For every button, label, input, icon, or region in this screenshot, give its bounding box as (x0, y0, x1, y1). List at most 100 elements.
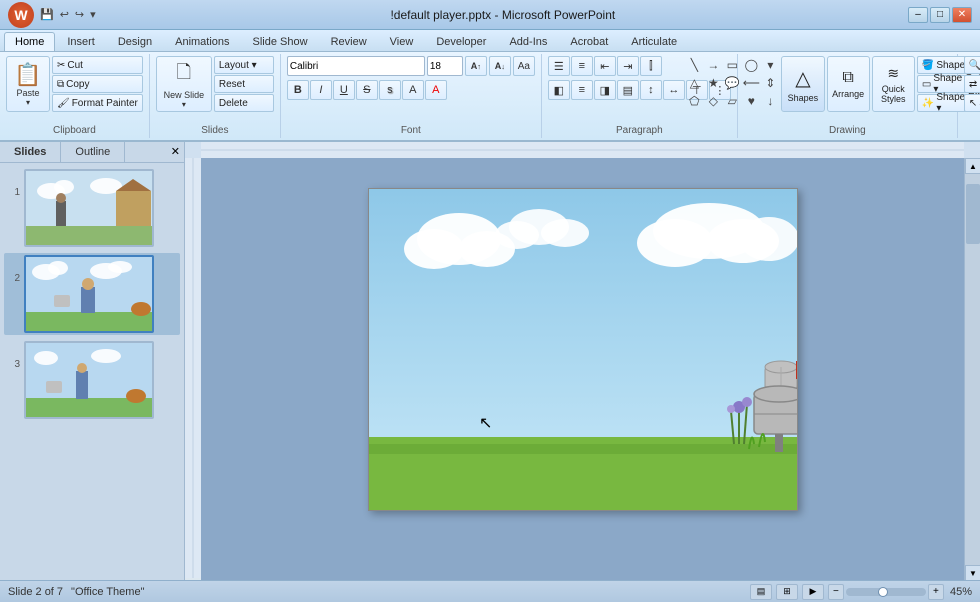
shape-oval-btn[interactable]: ◯ (742, 56, 760, 74)
slideshow-btn[interactable]: ▶ (802, 584, 824, 600)
shape-diamond-btn[interactable]: ◇ (704, 92, 722, 110)
scrollbar-v-up-arrow[interactable]: ▲ (965, 158, 980, 174)
columns-btn[interactable]: ⫿ (640, 56, 662, 76)
paste-button[interactable]: 📋 Paste ▾ (6, 56, 50, 112)
numbering-btn[interactable]: ≡ (571, 56, 593, 76)
shape-arrow-btn[interactable]: → (704, 56, 722, 74)
shape-scroll-btn[interactable]: ⇕ (761, 74, 779, 92)
strikethrough-btn[interactable]: S (356, 80, 378, 100)
horizontal-ruler (201, 142, 964, 158)
text-dir-btn[interactable]: ↔ (663, 80, 685, 100)
slide-thumb-2[interactable]: 2 (4, 253, 180, 335)
quick-access-toolbar: 💾 ↩ ↪ ▾ (38, 7, 98, 22)
zoom-out-btn[interactable]: − (828, 584, 844, 600)
tab-addins[interactable]: Add-Ins (498, 32, 558, 51)
tab-view[interactable]: View (379, 32, 425, 51)
scrollbar-v-thumb[interactable] (966, 184, 980, 244)
normal-view-btn[interactable]: ▤ (750, 584, 772, 600)
tab-home[interactable]: Home (4, 32, 55, 51)
reset-button[interactable]: Reset (214, 75, 274, 93)
panel-tab-slides[interactable]: Slides (0, 142, 61, 162)
customize-qa-btn[interactable]: ▾ (88, 7, 98, 22)
increase-indent-btn[interactable]: ⇥ (617, 56, 639, 76)
shape-parallelogram-btn[interactable]: ▱ (723, 92, 741, 110)
panel-tab-outline[interactable]: Outline (61, 142, 125, 162)
decrease-font-btn[interactable]: A↓ (489, 56, 511, 76)
redo-qa-btn[interactable]: ↪ (73, 7, 86, 22)
zoom-slider[interactable] (846, 588, 926, 596)
shape-rect-btn[interactable]: ▭ (723, 56, 741, 74)
copy-icon: ⧉ (57, 79, 64, 90)
canvas-viewport: ↖ (201, 158, 964, 580)
panel-close-btn[interactable]: ✕ (167, 142, 184, 162)
tab-review[interactable]: Review (320, 32, 378, 51)
italic-btn[interactable]: I (310, 80, 332, 100)
canvas-with-ruler: ↖ ▲ ▼ (185, 158, 980, 580)
shape-line-btn[interactable]: ╲ (685, 56, 703, 74)
clear-format-btn[interactable]: Aa (513, 56, 535, 76)
tab-animations[interactable]: Animations (164, 32, 240, 51)
zoom-slider-thumb[interactable] (878, 587, 888, 597)
close-button[interactable]: ✕ (952, 7, 972, 23)
shapes-row-3: ⬠ ◇ ▱ ♥ ↓ (685, 92, 779, 110)
quick-styles-button[interactable]: ≋ Quick Styles (872, 56, 915, 112)
shape-connector-btn[interactable]: ⟵ (742, 74, 760, 92)
shapes-button[interactable]: △ Shapes (781, 56, 824, 112)
align-center-btn[interactable]: ≡ (571, 80, 593, 100)
shape-down-btn[interactable]: ↓ (761, 92, 779, 110)
office-button[interactable]: W (8, 2, 34, 28)
bullets-btn[interactable]: ☰ (548, 56, 570, 76)
fill-icon: 🪣 (922, 60, 934, 71)
tab-acrobat[interactable]: Acrobat (559, 32, 619, 51)
line-spacing-btn[interactable]: ↕ (640, 80, 662, 100)
vertical-scrollbar[interactable]: ▲ ▼ (964, 158, 980, 580)
align-right-btn[interactable]: ◨ (594, 80, 616, 100)
undo-qa-btn[interactable]: ↩ (58, 7, 71, 22)
justify-btn[interactable]: ▤ (617, 80, 639, 100)
tab-slideshow[interactable]: Slide Show (242, 32, 319, 51)
shadow-btn[interactable]: s (379, 80, 401, 100)
tab-articulate[interactable]: Articulate (620, 32, 688, 51)
font-name-input[interactable] (287, 56, 425, 76)
cut-button[interactable]: ✂ Cut (52, 56, 143, 74)
delete-button[interactable]: Delete (214, 94, 274, 112)
select-button[interactable]: ↖ Select ▾ (964, 94, 980, 112)
new-slide-button[interactable]: 🗋 New Slide ▾ (156, 56, 212, 112)
scrollbar-v-track[interactable] (965, 174, 980, 565)
maximize-button[interactable]: □ (930, 7, 950, 23)
shape-more-btn[interactable]: ▾ (761, 56, 779, 74)
underline-btn[interactable]: U (333, 80, 355, 100)
tab-design[interactable]: Design (107, 32, 163, 51)
font-color-btn[interactable]: A (425, 80, 447, 100)
increase-font-btn[interactable]: A↑ (465, 56, 487, 76)
slide-sorter-btn[interactable]: ⊞ (776, 584, 798, 600)
scrollbar-v-down-arrow[interactable]: ▼ (965, 565, 980, 580)
shape-pentagon-btn[interactable]: ⬠ (685, 92, 703, 110)
bold-btn[interactable]: B (287, 80, 309, 100)
vertical-ruler (185, 158, 201, 580)
theme-info: "Office Theme" (71, 586, 144, 598)
tab-insert[interactable]: Insert (56, 32, 106, 51)
arrange-button[interactable]: ⧉ Arrange (827, 56, 870, 112)
find-button[interactable]: 🔍 Find (964, 56, 980, 74)
slide-thumb-3[interactable]: 3 (4, 339, 180, 421)
align-left-btn[interactable]: ◧ (548, 80, 570, 100)
effects-icon: ✨ (922, 98, 934, 109)
shape-callout-btn[interactable]: 💬 (723, 74, 741, 92)
save-qa-btn[interactable]: 💾 (38, 7, 56, 22)
copy-button[interactable]: ⧉ Copy (52, 75, 143, 93)
minimize-button[interactable]: – (908, 7, 928, 23)
char-spacing-btn[interactable]: A (402, 80, 424, 100)
slide-thumb-1[interactable]: 1 (4, 167, 180, 249)
shape-star-btn[interactable]: ★ (704, 74, 722, 92)
tab-developer[interactable]: Developer (425, 32, 497, 51)
shape-heart-btn[interactable]: ♥ (742, 92, 760, 110)
layout-button[interactable]: Layout ▾ (214, 56, 274, 74)
decrease-indent-btn[interactable]: ⇤ (594, 56, 616, 76)
status-bar: Slide 2 of 7 "Office Theme" ▤ ⊞ ▶ − + 45… (0, 580, 980, 602)
replace-button[interactable]: ⇄ Replace (964, 75, 980, 93)
shape-triangle-btn[interactable]: △ (685, 74, 703, 92)
format-painter-button[interactable]: 🖌 Format Painter (52, 94, 143, 112)
zoom-in-btn[interactable]: + (928, 584, 944, 600)
font-size-input[interactable] (427, 56, 463, 76)
